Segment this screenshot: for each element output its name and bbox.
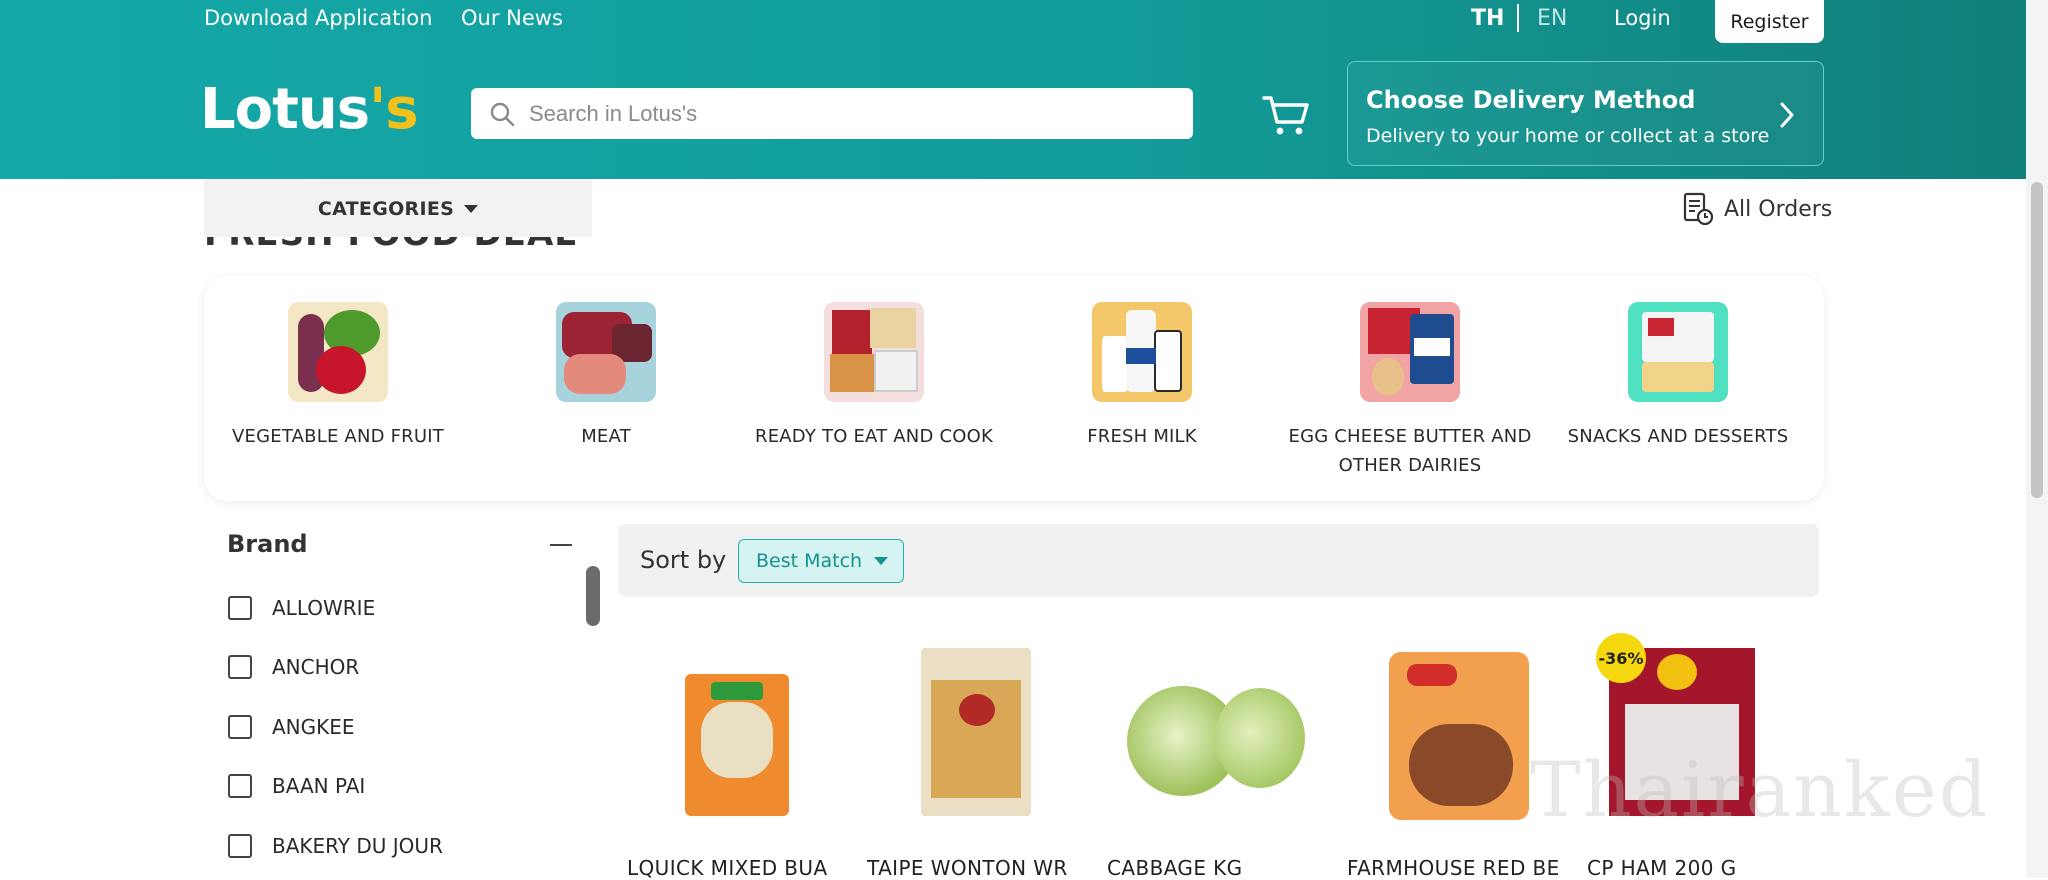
chevron-right-icon bbox=[1780, 102, 1794, 128]
checkbox[interactable] bbox=[228, 834, 252, 858]
checkbox[interactable] bbox=[228, 715, 252, 739]
brand-name: ANGKEE bbox=[272, 715, 355, 739]
logo-accent: 's bbox=[369, 77, 418, 142]
product-name[interactable]: TAIPE WONTON WR bbox=[867, 856, 1087, 880]
checkbox[interactable] bbox=[228, 655, 252, 679]
category-label: VEGETABLE AND FRUIT bbox=[232, 426, 444, 447]
lang-divider bbox=[1517, 4, 1519, 32]
register-button[interactable]: Register bbox=[1715, 0, 1824, 43]
category-label: EGG CHEESE BUTTER AND OTHER DAIRIES bbox=[1288, 426, 1532, 476]
checkbox[interactable] bbox=[228, 596, 252, 620]
meat-thumbnail bbox=[556, 302, 656, 402]
all-orders-label: All Orders bbox=[1724, 196, 1833, 222]
category-egg-cheese-butter[interactable]: EGG CHEESE BUTTER AND OTHER DAIRIES bbox=[1280, 302, 1540, 480]
product-name[interactable]: FARMHOUSE RED BE bbox=[1347, 856, 1567, 880]
sort-dropdown[interactable]: Best Match bbox=[738, 539, 904, 583]
category-carousel: VEGETABLE AND FRUIT MEAT READY TO EAT AN… bbox=[204, 276, 1824, 501]
product-name[interactable]: CABBAGE KG bbox=[1107, 856, 1327, 880]
categories-dropdown[interactable]: CATEGORIES bbox=[204, 180, 592, 237]
ready-to-eat-thumbnail bbox=[824, 302, 924, 402]
logo-text: Lotus bbox=[200, 77, 370, 142]
lotus-logo[interactable]: Lotus's bbox=[200, 82, 419, 138]
category-ready-to-eat[interactable]: READY TO EAT AND COOK bbox=[744, 302, 1004, 451]
category-label: READY TO EAT AND COOK bbox=[755, 426, 993, 447]
checkbox[interactable] bbox=[228, 774, 252, 798]
fresh-milk-thumbnail bbox=[1092, 302, 1192, 402]
category-vegetable-fruit[interactable]: VEGETABLE AND FRUIT bbox=[208, 302, 468, 451]
brand-option[interactable]: BAAN PAI bbox=[228, 774, 365, 798]
product-image[interactable] bbox=[867, 630, 1087, 820]
caret-down-icon bbox=[464, 204, 479, 213]
watermark: Thairanked bbox=[1530, 745, 1990, 834]
brand-filter-title: Brand bbox=[227, 530, 308, 558]
category-meat[interactable]: MEAT bbox=[476, 302, 736, 451]
product-name[interactable]: LQUICK MIXED BUA bbox=[627, 856, 847, 880]
brand-option[interactable]: ALLOWRIE bbox=[228, 596, 375, 620]
brand-option[interactable]: ANCHOR bbox=[228, 655, 359, 679]
caret-down-icon bbox=[874, 557, 889, 565]
sort-label: Sort by bbox=[640, 546, 727, 574]
cart-icon[interactable] bbox=[1262, 94, 1310, 136]
categories-label: CATEGORIES bbox=[317, 197, 455, 220]
login-link[interactable]: Login bbox=[1614, 6, 1671, 30]
our-news-link[interactable]: Our News bbox=[461, 6, 563, 30]
category-label: MEAT bbox=[581, 426, 631, 447]
search-bar[interactable] bbox=[471, 88, 1193, 139]
product-name[interactable]: CP HAM 200 G bbox=[1587, 856, 1807, 880]
all-orders-link[interactable]: All Orders bbox=[1682, 192, 1832, 226]
brand-list-scrollbar[interactable] bbox=[586, 566, 600, 626]
sort-bar: Sort by Best Match bbox=[618, 524, 1819, 597]
search-input[interactable] bbox=[529, 100, 1129, 127]
brand-option[interactable]: ANGKEE bbox=[228, 715, 355, 739]
egg-cheese-butter-thumbnail bbox=[1360, 302, 1460, 402]
delivery-subtitle: Delivery to your home or collect at a st… bbox=[1366, 125, 1770, 147]
search-icon bbox=[490, 102, 515, 126]
product-image[interactable] bbox=[1107, 630, 1327, 820]
site-header: Download Application Our News TH EN Logi… bbox=[0, 0, 2026, 179]
discount-badge: -36% bbox=[1596, 633, 1646, 683]
snacks-desserts-thumbnail bbox=[1628, 302, 1728, 402]
category-label: SNACKS AND DESSERTS bbox=[1567, 426, 1789, 447]
collapse-icon[interactable] bbox=[550, 544, 572, 546]
brand-name: ANCHOR bbox=[272, 655, 360, 679]
brand-option[interactable]: BAKERY DU JOUR bbox=[228, 834, 443, 858]
category-snacks-desserts[interactable]: SNACKS AND DESSERTS bbox=[1548, 302, 1808, 451]
lang-th-button[interactable]: TH bbox=[1471, 6, 1504, 31]
sort-selected-value: Best Match bbox=[756, 550, 863, 572]
delivery-title: Choose Delivery Method bbox=[1366, 86, 1696, 114]
lang-en-button[interactable]: EN bbox=[1537, 6, 1567, 31]
orders-icon bbox=[1683, 192, 1714, 226]
product-image[interactable] bbox=[627, 630, 847, 820]
brand-name: BAAN PAI bbox=[272, 774, 366, 798]
brand-name: ALLOWRIE bbox=[272, 596, 376, 620]
brand-name: BAKERY DU JOUR bbox=[272, 834, 443, 858]
category-fresh-milk[interactable]: FRESH MILK bbox=[1012, 302, 1272, 451]
page-scrollbar-thumb[interactable] bbox=[2031, 182, 2043, 498]
category-label: FRESH MILK bbox=[1087, 426, 1197, 447]
download-app-link[interactable]: Download Application bbox=[204, 6, 432, 30]
delivery-method-selector[interactable]: Choose Delivery Method Delivery to your … bbox=[1347, 61, 1824, 166]
vegetable-fruit-thumbnail bbox=[288, 302, 388, 402]
